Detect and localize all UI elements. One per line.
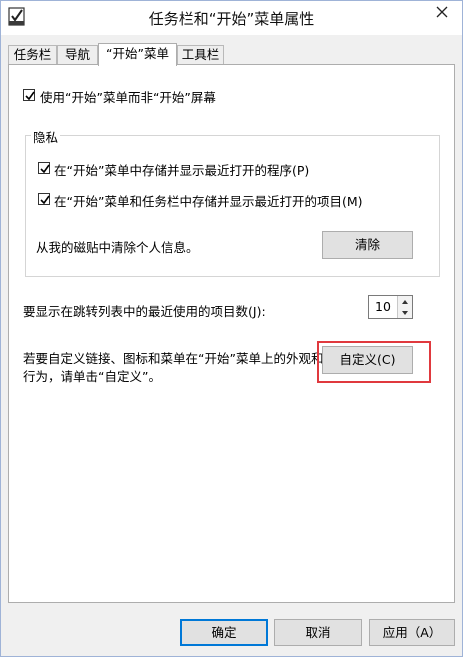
clear-tiles-text: 从我的磁贴中清除个人信息。: [36, 240, 199, 255]
clear-button[interactable]: 清除: [322, 231, 413, 259]
store-recent-programs-checkbox[interactable]: [38, 162, 50, 174]
jump-list-count-stepper[interactable]: 10: [368, 295, 413, 319]
dialog-title: 任务栏和“开始”菜单属性: [148, 10, 315, 28]
customize-button[interactable]: 自定义(C): [322, 346, 413, 374]
tab-navigation[interactable]: 导航: [57, 45, 98, 65]
customize-text-line2: 行为，请单击“自定义”。: [23, 369, 161, 384]
tab-toolbars[interactable]: 工具栏: [177, 45, 224, 65]
spin-down-icon[interactable]: [398, 307, 412, 318]
spin-arrows: [397, 296, 412, 318]
title-bar[interactable]: 任务栏和“开始”菜单属性: [1, 1, 462, 35]
privacy-group: 隐私 在“开始”菜单中存储并显示最近打开的程序(P) 在“开始”菜单和任务栏中存…: [25, 127, 440, 277]
use-start-menu-checkbox[interactable]: [23, 89, 35, 101]
start-menu-panel: 使用“开始”菜单而非“开始”屏幕 隐私 在“开始”菜单中存储并显示最近打开的程序…: [8, 64, 455, 603]
privacy-group-title: 隐私: [31, 127, 61, 146]
apply-button[interactable]: 应用（A）: [369, 619, 455, 646]
cancel-button[interactable]: 取消: [274, 619, 362, 646]
use-start-menu-label[interactable]: 使用“开始”菜单而非“开始”屏幕: [40, 87, 216, 106]
tab-taskbar[interactable]: 任务栏: [8, 45, 57, 65]
store-recent-items-label[interactable]: 在“开始”菜单和任务栏中存储并显示最近打开的项目(M): [54, 191, 363, 210]
tab-start-menu[interactable]: “开始”菜单: [98, 43, 177, 66]
close-icon[interactable]: [430, 1, 454, 23]
jump-list-count-value[interactable]: 10: [375, 299, 391, 314]
jump-list-label: 要显示在跳转列表中的最近使用的项目数(J):: [23, 304, 266, 319]
store-recent-items-checkbox[interactable]: [38, 193, 50, 205]
ok-button[interactable]: 确定: [180, 619, 268, 646]
properties-dialog: 任务栏和“开始”菜单属性 任务栏 导航 “开始”菜单 工具栏 使用“开始”菜单而…: [0, 0, 463, 657]
customize-text-line1: 若要自定义链接、图标和菜单在“开始”菜单上的外观和: [23, 351, 324, 366]
store-recent-programs-label[interactable]: 在“开始”菜单中存储并显示最近打开的程序(P): [54, 160, 309, 179]
